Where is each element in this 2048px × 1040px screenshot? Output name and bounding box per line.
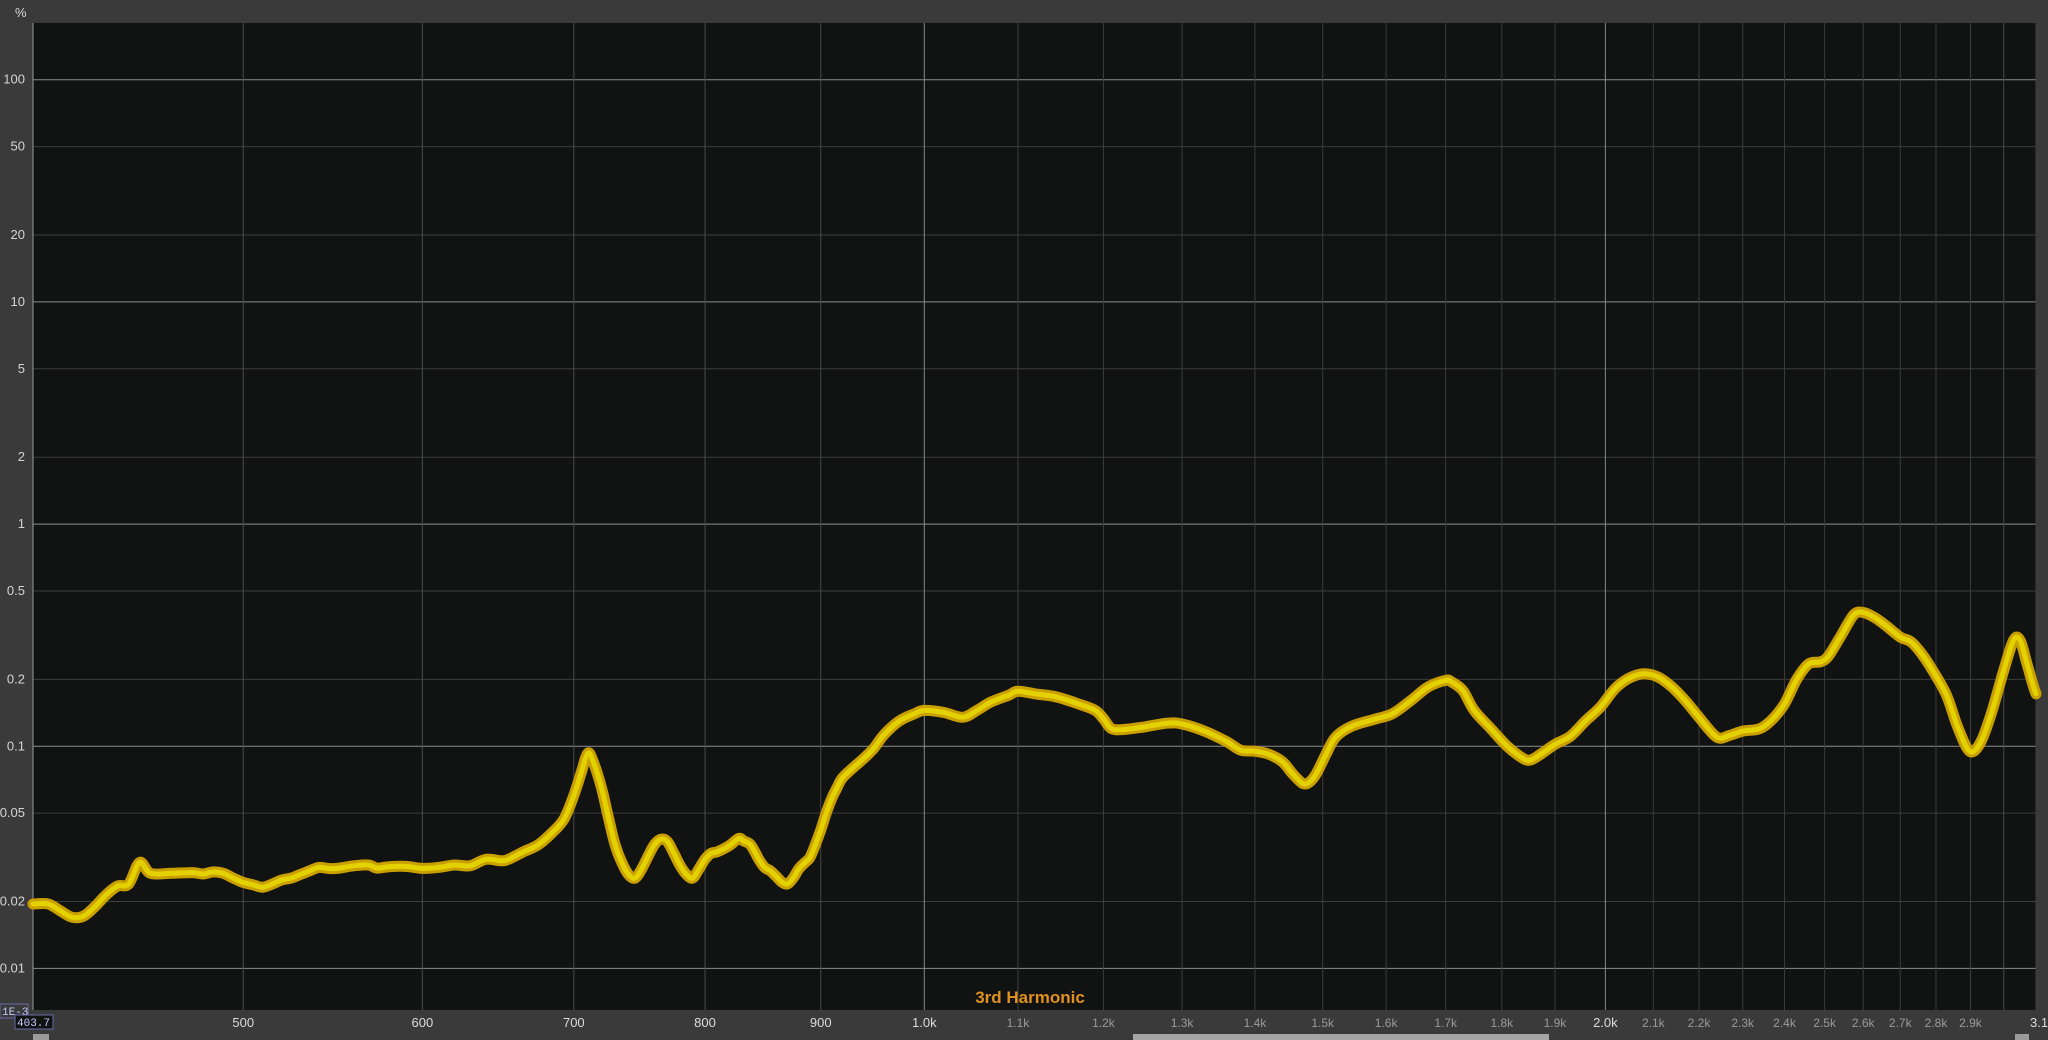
x-tick-label: 2.1k	[1642, 1016, 1666, 1030]
x-tick-label: 1.9k	[1544, 1016, 1568, 1030]
x-tick-label: 600	[412, 1015, 434, 1030]
x-tick-label: 2.4k	[1773, 1016, 1797, 1030]
x-tick-label: 1.1k	[1007, 1016, 1031, 1030]
x-tick-label: 1.0k	[912, 1015, 937, 1030]
x-tick-label: 1.8k	[1491, 1016, 1515, 1030]
x-tick-label: 1.3k	[1171, 1016, 1195, 1030]
y-tick-label: 0.2	[7, 671, 25, 686]
y-tick-label: 100	[3, 72, 25, 87]
y-tick-label: 1	[18, 516, 25, 531]
x-tick-label: 500	[232, 1015, 254, 1030]
y-tick-label: 0.02	[0, 894, 25, 909]
x-tick-label: 1.2k	[1092, 1016, 1116, 1030]
x-tick-label: 1.7k	[1434, 1016, 1458, 1030]
x-tick-label: 2.9k	[1959, 1016, 1983, 1030]
x-tick-label: 2.0k	[1593, 1015, 1618, 1030]
x-tick-label: 2.8k	[1925, 1016, 1949, 1030]
y-tick-label: 20	[11, 227, 25, 242]
x-tick-label: 3.1kHz	[2030, 1015, 2048, 1030]
x-tick-label: 2.6k	[1852, 1016, 1876, 1030]
chart: 100 50 20 10 5 2 1 0.5 0.2 0.1 0.05 0.02 0.01 500 600…	[0, 0, 2048, 1040]
y-axis-unit: %	[15, 5, 27, 20]
y-tick-label: 0.1	[7, 738, 25, 753]
scrollbar-right-handle[interactable]	[2015, 1034, 2029, 1040]
y-tick-label: 5	[18, 361, 25, 376]
x-tick-label: 2.3k	[1731, 1016, 1755, 1030]
scrollbar-thumb[interactable]	[1133, 1034, 1549, 1040]
plot-area[interactable]	[33, 23, 2036, 1010]
y-tick-label: 0.5	[7, 583, 25, 598]
x-min-label: 403.7	[17, 1018, 50, 1030]
scrollbar-left-handle[interactable]	[33, 1034, 49, 1040]
x-tick-label: 2.5k	[1813, 1016, 1837, 1030]
y-tick-label: 50	[11, 139, 25, 154]
y-tick-label: 10	[11, 294, 25, 309]
x-tick-label: 700	[563, 1015, 585, 1030]
x-tick-label: 1.4k	[1244, 1016, 1268, 1030]
x-tick-label: 1.5k	[1311, 1016, 1335, 1030]
x-tick-label: 1.6k	[1375, 1016, 1399, 1030]
x-tick-label: 2.2k	[1688, 1016, 1712, 1030]
y-tick-label: 0.05	[0, 805, 25, 820]
x-tick-label: 800	[694, 1015, 716, 1030]
y-tick-label: 0.01	[0, 960, 25, 975]
y-tick-label: 2	[18, 449, 25, 464]
x-tick-label: 2.7k	[1889, 1016, 1913, 1030]
x-tick-label: 900	[810, 1015, 832, 1030]
chart-title: 3rd Harmonic	[975, 988, 1085, 1007]
